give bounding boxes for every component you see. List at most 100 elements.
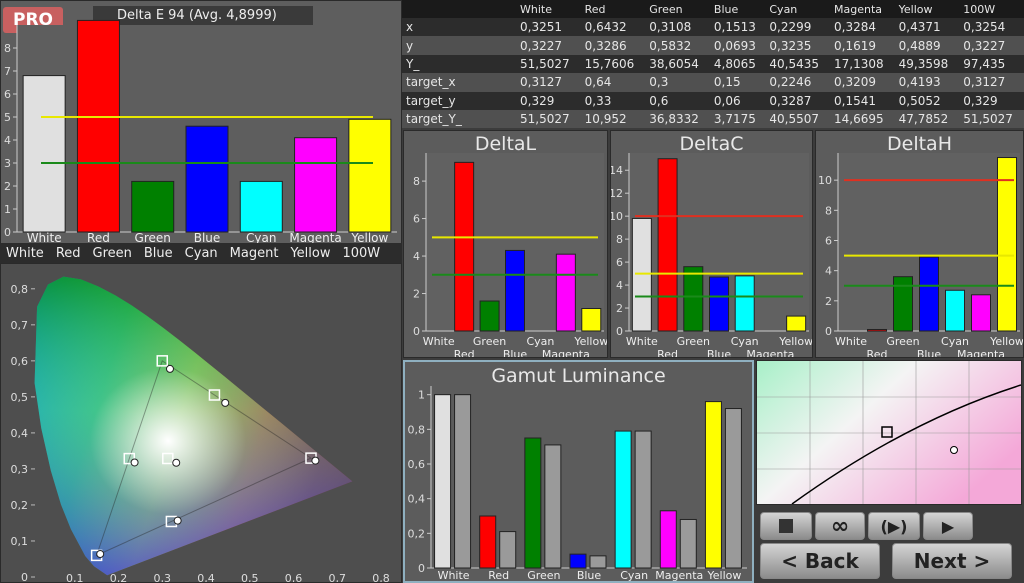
category-label: Cyan xyxy=(731,335,759,348)
table-cell: 0,3 xyxy=(645,73,710,92)
table-cell: 10,952 xyxy=(580,109,646,129)
infinity-icon: ∞ xyxy=(830,513,850,539)
table-cell: 0,06 xyxy=(709,91,766,110)
y-tick-label: 0 xyxy=(21,571,28,583)
bar-red xyxy=(657,158,678,332)
y-tick-label: 0,5 xyxy=(11,391,29,404)
table-cell: 0,3235 xyxy=(765,36,831,55)
legend-strip-item: Cyan xyxy=(184,245,218,261)
y-tick-label: 8 xyxy=(413,175,420,188)
back-button[interactable]: < Back xyxy=(760,543,880,579)
next-button[interactable]: Next > xyxy=(892,543,1012,579)
table-cell: 0,3127 xyxy=(959,73,1024,92)
bar-green xyxy=(131,180,175,233)
bar-red xyxy=(76,19,120,233)
play-button[interactable]: ▶ xyxy=(923,512,973,540)
x-tick-label: 0,7 xyxy=(329,572,347,583)
table-cell: 0,6432 xyxy=(580,18,646,37)
category-label: Cyan xyxy=(526,335,554,348)
category-label: Blue xyxy=(503,348,528,358)
table-cell: target_y xyxy=(402,91,516,110)
table-cell: 0,5052 xyxy=(894,91,960,110)
play-step-button[interactable]: (▶) xyxy=(868,512,920,540)
table-cell: Y_ xyxy=(402,54,516,74)
table-cell: 49,3598 xyxy=(894,54,960,74)
table-cell: 47,7852 xyxy=(894,109,960,129)
table-cell: 0,329 xyxy=(516,91,581,110)
legend-strip-item: 100W xyxy=(342,245,381,261)
table-cell: target_x xyxy=(402,73,516,92)
bar-target-green xyxy=(544,444,562,569)
bar-green xyxy=(683,266,704,332)
table-cell: 0,3108 xyxy=(645,18,710,37)
stop-button[interactable] xyxy=(760,512,812,540)
table-cell: 36,8332 xyxy=(645,109,710,129)
table-cell: 14,6695 xyxy=(830,109,895,129)
category-label: Green xyxy=(886,335,919,348)
y-tick-label: 4 xyxy=(616,279,623,292)
bar-measured-magenta xyxy=(659,510,677,569)
loop-button[interactable]: ∞ xyxy=(815,512,865,540)
table-cell: 0,2299 xyxy=(765,18,831,37)
category-label: Yellow xyxy=(706,569,741,581)
table-header-cell: Green xyxy=(645,0,710,18)
delta-h-panel: DeltaH 0 2 4 6 8 10 White Green Cyan Yellow Red Blu… xyxy=(815,130,1024,358)
measurement-table: White Red Green Blue Cyan Magenta Yellow 100W x 0… xyxy=(402,0,1024,129)
measured-point xyxy=(165,364,174,373)
bar-measured-green xyxy=(524,437,542,569)
y-tick-label: 0 xyxy=(418,562,425,575)
bar-magenta xyxy=(294,137,338,233)
legend-strip-item: White xyxy=(6,245,44,261)
cie-zoom-view xyxy=(756,360,1022,505)
measured-point xyxy=(130,458,139,467)
delta-e-chart: 012345678White Red Green Blue Cyan Magenta Yel… xyxy=(4,19,397,243)
bar-target-red xyxy=(499,531,517,569)
bar-cyan xyxy=(239,180,283,233)
y-tick-label: 3 xyxy=(4,157,11,170)
bar-cyan xyxy=(945,289,965,332)
plot-area xyxy=(431,386,747,568)
category-label: Red xyxy=(657,348,678,358)
table-cell: 0,3251 xyxy=(516,18,581,37)
y-tick-label: 1 xyxy=(4,203,11,216)
category-label: Yellow xyxy=(989,335,1024,348)
y-tick-label: 0,8 xyxy=(408,423,426,436)
delta-e-panel: PRO Delta E 94 (Avg. 4,8999) 0 1 2 3 4 5 6 7 8 Wh… xyxy=(0,0,402,244)
bar-target-yellow xyxy=(724,408,742,569)
gamut-luminance-panel: Gamut Luminance 0 0,2 0,4 0,6 0,8 1 White Red Gr… xyxy=(403,360,754,583)
category-label: Blue xyxy=(917,348,942,358)
y-tick-label: 1 xyxy=(418,389,425,402)
category-label: Blue xyxy=(707,348,732,358)
color-legend-strip: White Red Green Blue Cyan Magent Yellow 100W xyxy=(0,243,402,263)
table-cell: target_Y_ xyxy=(402,109,516,129)
x-tick-label: 0,5 xyxy=(241,572,259,583)
cie-panel: 0 0,1 0,2 0,3 0,4 0,5 0,6 0,7 0,8 0,1 0,2 0,3 0,4 0,5… xyxy=(0,263,402,583)
table-cell: 0,3284 xyxy=(830,18,895,37)
measured-point xyxy=(172,458,181,467)
x-tick-label: 0,8 xyxy=(372,572,390,583)
category-label: Magenta xyxy=(655,569,703,581)
bar-measured-blue xyxy=(569,553,587,569)
y-tick-label: 8 xyxy=(616,233,623,246)
delta-h-chart: 0 2 4 6 8 10 White Green Cyan Yellow Red Blue Magent… xyxy=(818,153,1024,358)
table-cell: 0,4193 xyxy=(894,73,960,92)
y-tick-label: 0,6 xyxy=(11,355,29,368)
y-tick-label: 7 xyxy=(4,65,11,78)
play-circle-icon: (▶) xyxy=(880,516,908,536)
delta-l-panel: DeltaL 0 2 4 6 8 White Green Cyan Yellow Red Blue M… xyxy=(403,130,608,358)
delta-l-chart: 0 2 4 6 8 White Green Cyan Yellow Red Blue Magenta xyxy=(413,153,607,358)
y-tick-label: 0 xyxy=(413,325,420,338)
table-cell: 0,3127 xyxy=(516,73,581,92)
table-cell: 0,3254 xyxy=(959,18,1024,37)
y-tick-label: 0,2 xyxy=(11,499,29,512)
table-header-cell: White xyxy=(516,0,581,18)
bar-red xyxy=(867,328,887,332)
bar-blue xyxy=(919,256,939,332)
y-tick-label: 2 xyxy=(413,288,420,301)
bar-magenta xyxy=(555,253,576,332)
category-label: Blue xyxy=(577,569,602,581)
stop-icon xyxy=(779,519,793,533)
category-label: White xyxy=(835,335,867,348)
bar-yellow xyxy=(581,308,602,332)
table-row: x 0,3251 0,6432 0,3108 0,1513 0,2299 0,3284 0,4… xyxy=(402,18,1024,37)
